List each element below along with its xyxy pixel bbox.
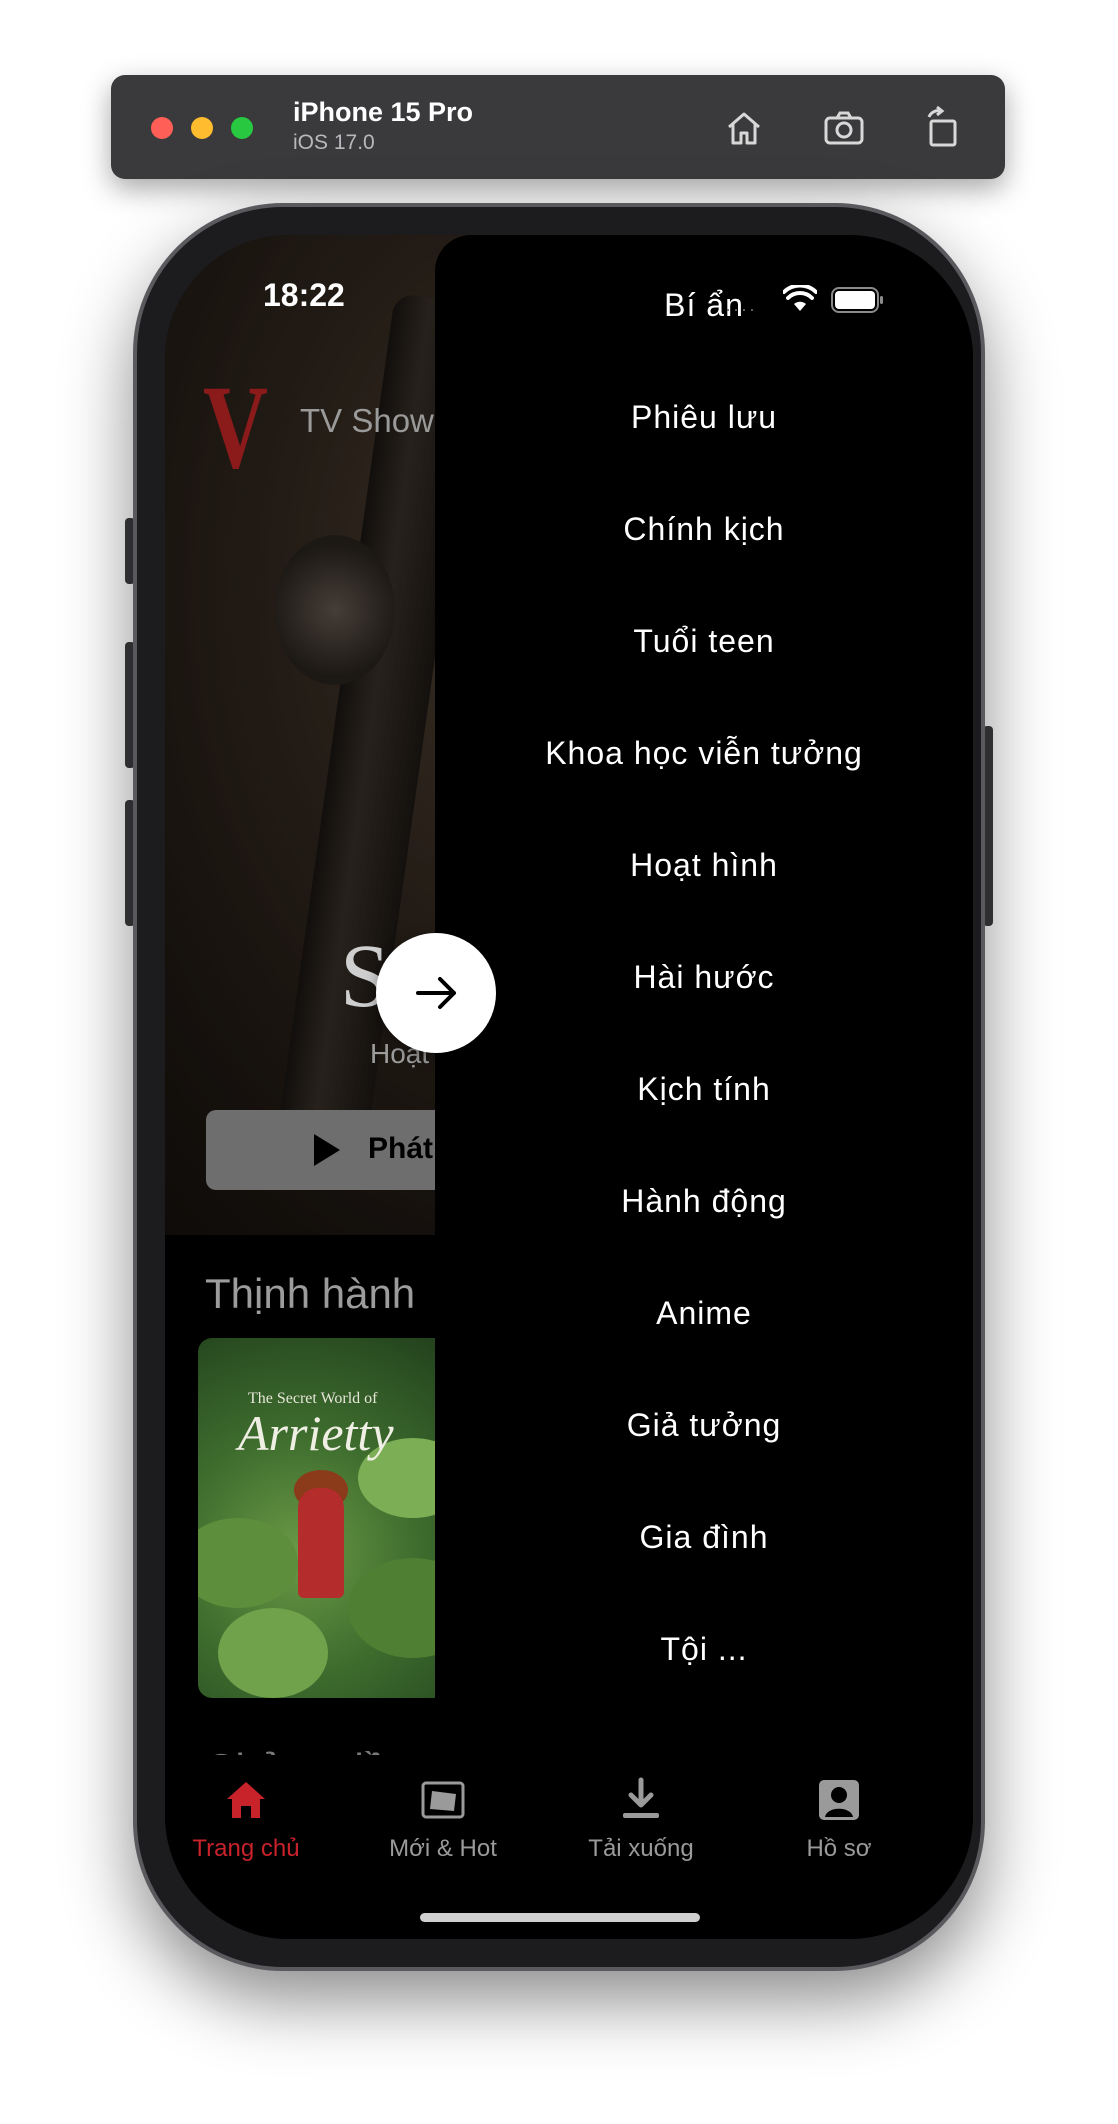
tab-new-hot[interactable]: Mới & Hot bbox=[358, 1777, 528, 1863]
tab-downloads[interactable]: Tải xuống bbox=[556, 1777, 726, 1863]
genre-item[interactable]: Hành động bbox=[435, 1183, 973, 1220]
genre-item[interactable]: Tuổi teen bbox=[435, 623, 973, 660]
rotate-icon[interactable] bbox=[917, 103, 967, 153]
genre-item[interactable]: Giả tưởng bbox=[435, 1407, 973, 1444]
movie-poster[interactable]: The Secret World of Arrietty bbox=[198, 1338, 448, 1698]
photo-icon bbox=[421, 1781, 465, 1819]
device-name: iPhone 15 Pro bbox=[293, 97, 474, 127]
genre-item[interactable]: Kịch tính bbox=[435, 1071, 973, 1108]
section-title-trending: Thịnh hành bbox=[205, 1270, 416, 1317]
app-logo[interactable]: V bbox=[203, 367, 268, 487]
genre-item[interactable]: Hoạt hình bbox=[435, 847, 973, 884]
zoom-window-button[interactable] bbox=[231, 117, 253, 139]
screenshot-icon[interactable] bbox=[819, 103, 869, 153]
signal-icon: ···· bbox=[725, 299, 757, 319]
profile-icon bbox=[819, 1780, 859, 1820]
close-window-button[interactable] bbox=[151, 117, 173, 139]
os-version: iOS 17.0 bbox=[293, 131, 375, 154]
arrow-right-icon bbox=[416, 977, 456, 1009]
poster-character bbox=[298, 1488, 344, 1598]
simulator-toolbar: iPhone 15 Pro iOS 17.0 bbox=[111, 75, 1005, 179]
nav-tv-shows[interactable]: TV Show bbox=[300, 402, 434, 440]
genre-item[interactable]: Hài hước bbox=[435, 959, 973, 996]
battery-icon bbox=[831, 287, 883, 313]
genre-item[interactable]: Anime bbox=[435, 1295, 973, 1332]
download-icon bbox=[623, 1777, 659, 1818]
tab-label: Tải xuống bbox=[588, 1835, 694, 1862]
tab-label: Hồ sơ bbox=[806, 1835, 872, 1862]
tab-label: Trang chủ bbox=[192, 1835, 300, 1862]
home-indicator[interactable] bbox=[420, 1913, 700, 1922]
tab-home[interactable]: Trang chủ bbox=[165, 1777, 331, 1863]
genre-item[interactable]: Tội ... bbox=[435, 1631, 973, 1665]
status-time: 18:22 bbox=[263, 277, 345, 313]
play-icon bbox=[314, 1134, 340, 1166]
status-indicators: ···· bbox=[725, 285, 925, 319]
phone-screen: V TV Show S Hoạt Phát Thịnh hành The Sec… bbox=[165, 235, 973, 1939]
tab-profile[interactable]: Hồ sơ bbox=[754, 1777, 924, 1863]
genre-drawer: Bí ẩn Phiêu lưu Chính kịch Tuổi teen Kho… bbox=[435, 235, 973, 1755]
genre-item[interactable]: Phiêu lưu bbox=[435, 399, 973, 436]
home-icon bbox=[227, 1782, 265, 1818]
home-icon[interactable] bbox=[719, 103, 769, 153]
minimize-window-button[interactable] bbox=[191, 117, 213, 139]
wifi-icon bbox=[783, 285, 817, 311]
tab-label: Mới & Hot bbox=[389, 1835, 497, 1862]
genre-item[interactable]: Chính kịch bbox=[435, 511, 973, 548]
tab-bar: Trang chủ Mới & Hot Tải xuống Hồ sơ bbox=[165, 1755, 973, 1939]
play-button-label: Phát bbox=[368, 1132, 434, 1165]
close-drawer-button[interactable] bbox=[376, 933, 496, 1053]
genre-item[interactable]: Gia đình bbox=[435, 1519, 973, 1556]
genre-item[interactable]: Khoa học viễn tưởng bbox=[435, 735, 973, 772]
poster-title: Arrietty bbox=[238, 1405, 394, 1461]
